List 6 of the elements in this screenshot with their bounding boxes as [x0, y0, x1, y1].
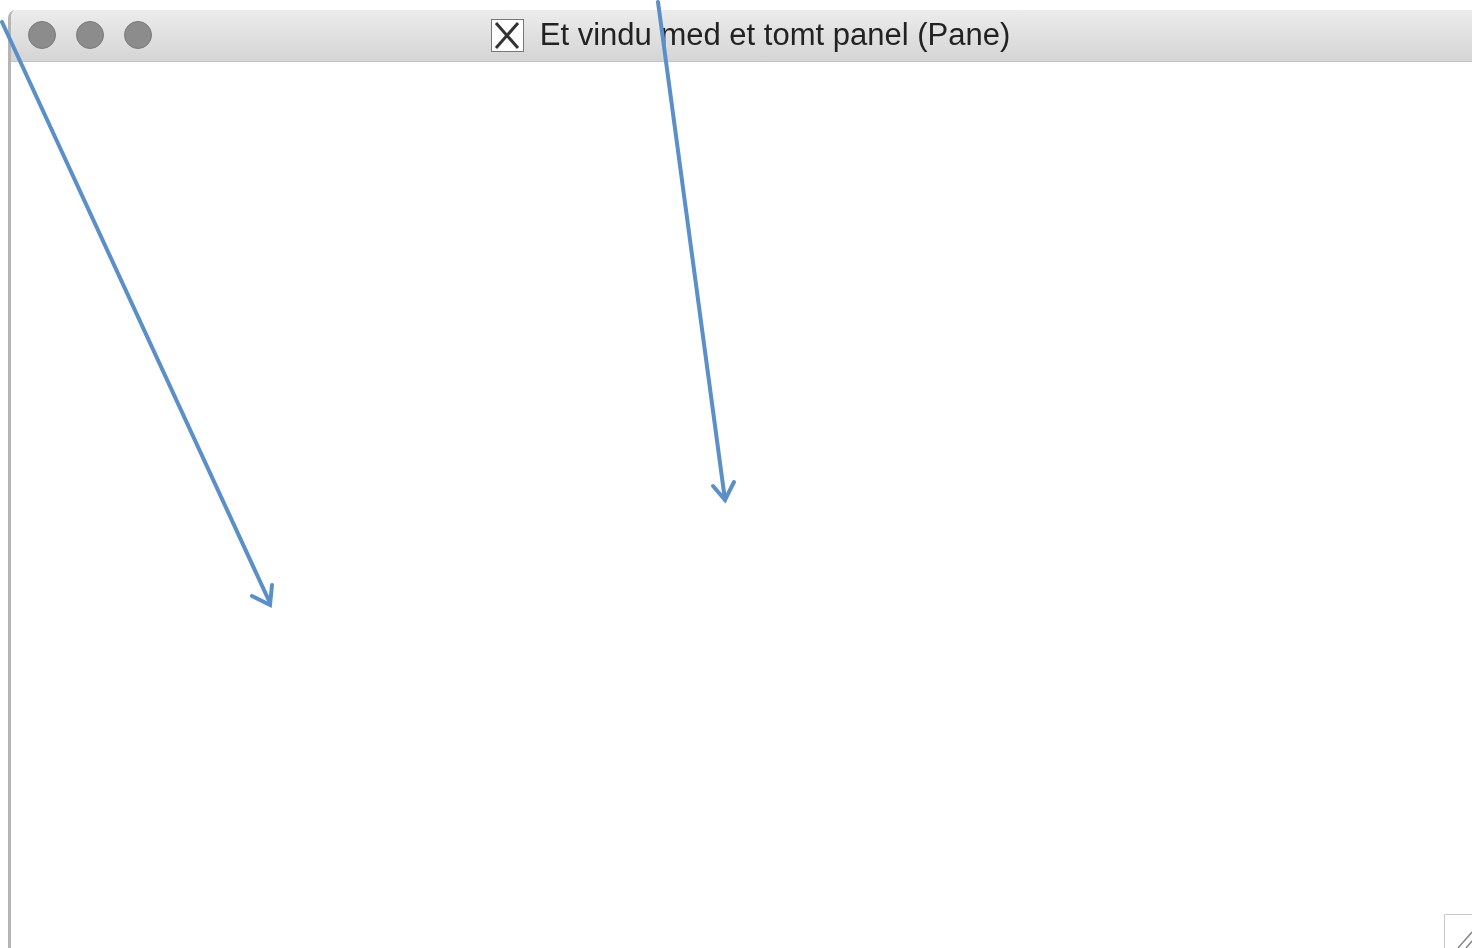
- zoom-button[interactable]: [124, 21, 152, 49]
- minimize-button[interactable]: [76, 21, 104, 49]
- close-button[interactable]: [28, 21, 56, 49]
- x-window-icon: [490, 19, 524, 52]
- window-title: Et vindu med et tomt panel (Pane): [539, 16, 1011, 55]
- resize-grip-icon: [1444, 914, 1472, 948]
